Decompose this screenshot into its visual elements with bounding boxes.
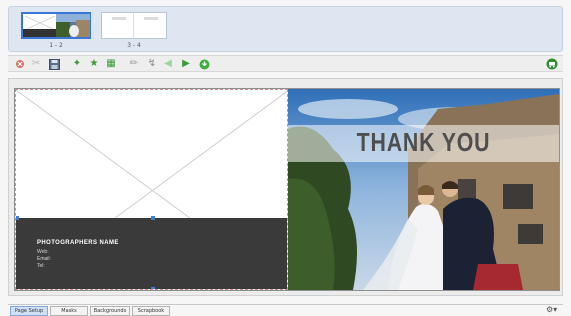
thumbnail-right-page	[134, 13, 166, 38]
wedding-photo[interactable]	[288, 89, 559, 290]
tab-page-setup[interactable]: Page Setup	[10, 306, 48, 316]
arrow-right-icon[interactable]: ▶	[180, 58, 192, 70]
editor-toolbar: ✂ ✦ ★ ▦ ✏ ↯ ◀ ▶	[8, 55, 563, 72]
settings-gear-icon[interactable]: ⚙▾	[546, 305, 557, 314]
thumbnail-label: 3 - 4	[127, 42, 141, 49]
resize-handle[interactable]	[151, 287, 155, 289]
left-page[interactable]: PHOTOGRAPHERS NAME Web: Email: Tel:	[15, 89, 288, 290]
tab-backgrounds[interactable]: Backgrounds	[90, 306, 130, 316]
arrange-icon[interactable]: ✦	[71, 58, 83, 70]
page-thumbnails-strip: 1 - 2 3 - 4	[8, 6, 563, 52]
photographer-name: PHOTOGRAPHERS NAME	[37, 240, 119, 246]
person-icon[interactable]: ★	[88, 58, 100, 70]
thumbnail-spread-1-2[interactable]	[21, 12, 91, 39]
editor-canvas: PHOTOGRAPHERS NAME Web: Email: Tel: THAN…	[8, 78, 563, 296]
cart-icon[interactable]	[546, 58, 558, 70]
tab-masks[interactable]: Masks	[50, 306, 88, 316]
thumbnail-spread-3-4[interactable]	[101, 12, 167, 39]
page-spread: PHOTOGRAPHERS NAME Web: Email: Tel: THAN…	[14, 88, 560, 291]
thumbnail-right-page	[56, 14, 90, 37]
save-icon[interactable]	[48, 58, 60, 70]
album-editor: 1 - 2 3 - 4 ✂ ✦ ★ ▦ ✏ ↯ ◀ ▶ PHOTOGRAPHER…	[0, 0, 571, 316]
thumbnail-left-page	[102, 13, 134, 38]
resize-handle[interactable]	[151, 216, 155, 220]
thumbnail-text-line	[144, 17, 158, 20]
help-icon[interactable]	[198, 58, 210, 70]
thank-you-headline[interactable]: THANK YOU	[312, 127, 534, 158]
thumbnail-left-page	[23, 14, 57, 37]
thumbnail-photo-icon	[56, 14, 90, 37]
right-page[interactable]: THANK YOU	[288, 89, 559, 290]
pen-icon[interactable]: ✏	[128, 58, 140, 70]
arrow-left-icon[interactable]: ◀	[162, 58, 174, 70]
web-label: Web:	[37, 249, 49, 255]
print-icon[interactable]: ▦	[105, 58, 117, 70]
thumbnail-text-line	[112, 17, 126, 20]
tool-icon[interactable]: ↯	[146, 58, 158, 70]
thumbnail-placeholder-icon	[23, 15, 57, 37]
delete-icon[interactable]	[14, 58, 26, 70]
email-label: Email:	[37, 256, 51, 262]
tel-label: Tel:	[37, 263, 45, 269]
scissors-icon[interactable]: ✂	[30, 58, 42, 70]
thumbnail-label: 1 - 2	[49, 42, 63, 49]
resize-handle[interactable]	[16, 216, 19, 220]
bottom-tab-bar: Page Setup Masks Backgrounds Scrapbook ⚙…	[8, 304, 563, 316]
contact-text-box[interactable]: PHOTOGRAPHERS NAME Web: Email: Tel:	[16, 218, 287, 289]
tab-scrapbook[interactable]: Scrapbook	[132, 306, 170, 316]
